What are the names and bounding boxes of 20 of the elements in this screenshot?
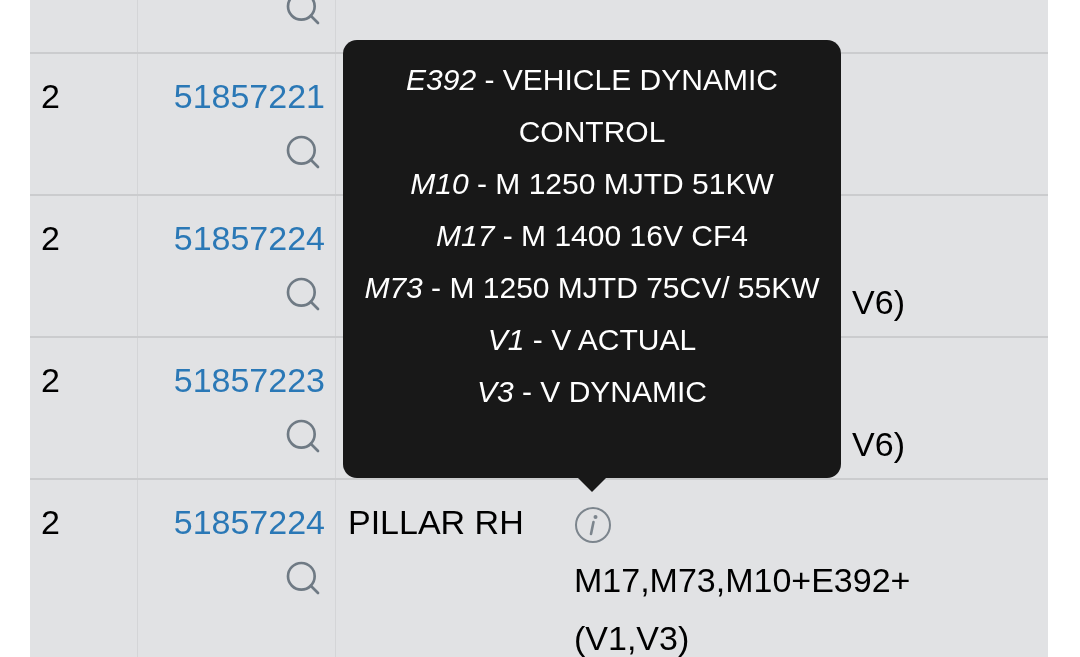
part-number-link[interactable]: 51857224 — [173, 500, 325, 544]
quantity: 2 — [41, 219, 60, 257]
part-number-link[interactable]: 51857223 — [173, 358, 325, 402]
fitment-note: V6) — [852, 424, 905, 465]
quantity: 2 — [41, 77, 60, 115]
quantity: 2 — [41, 361, 60, 399]
tooltip-line: V3 - V DYNAMIC — [476, 374, 708, 410]
fitment-note: M17,M73,M10+E392+ — [574, 561, 911, 599]
part-number-link[interactable]: 51857221 — [173, 74, 325, 118]
tooltip-line: M17 - M 1400 16V CF4 — [436, 218, 748, 254]
tooltip-line: V1 - V ACTUAL — [487, 322, 697, 358]
tooltip-line: M10 - M 1250 MJTD 51KW — [410, 166, 774, 202]
tooltip-line: E392 - VEHICLE DYNAMIC CONTROL — [405, 62, 779, 150]
tooltip-line: M73 - M 1250 MJTD 75CV/ 55KW — [364, 270, 820, 306]
part-number-link[interactable]: 51857224 — [173, 216, 325, 260]
fitment-note: (V1,V3) — [574, 619, 690, 657]
part-description: PILLAR RH — [348, 503, 524, 541]
quantity: 2 — [41, 503, 60, 541]
fitment-note: V6) — [852, 282, 905, 323]
info-icon[interactable] — [574, 506, 612, 544]
